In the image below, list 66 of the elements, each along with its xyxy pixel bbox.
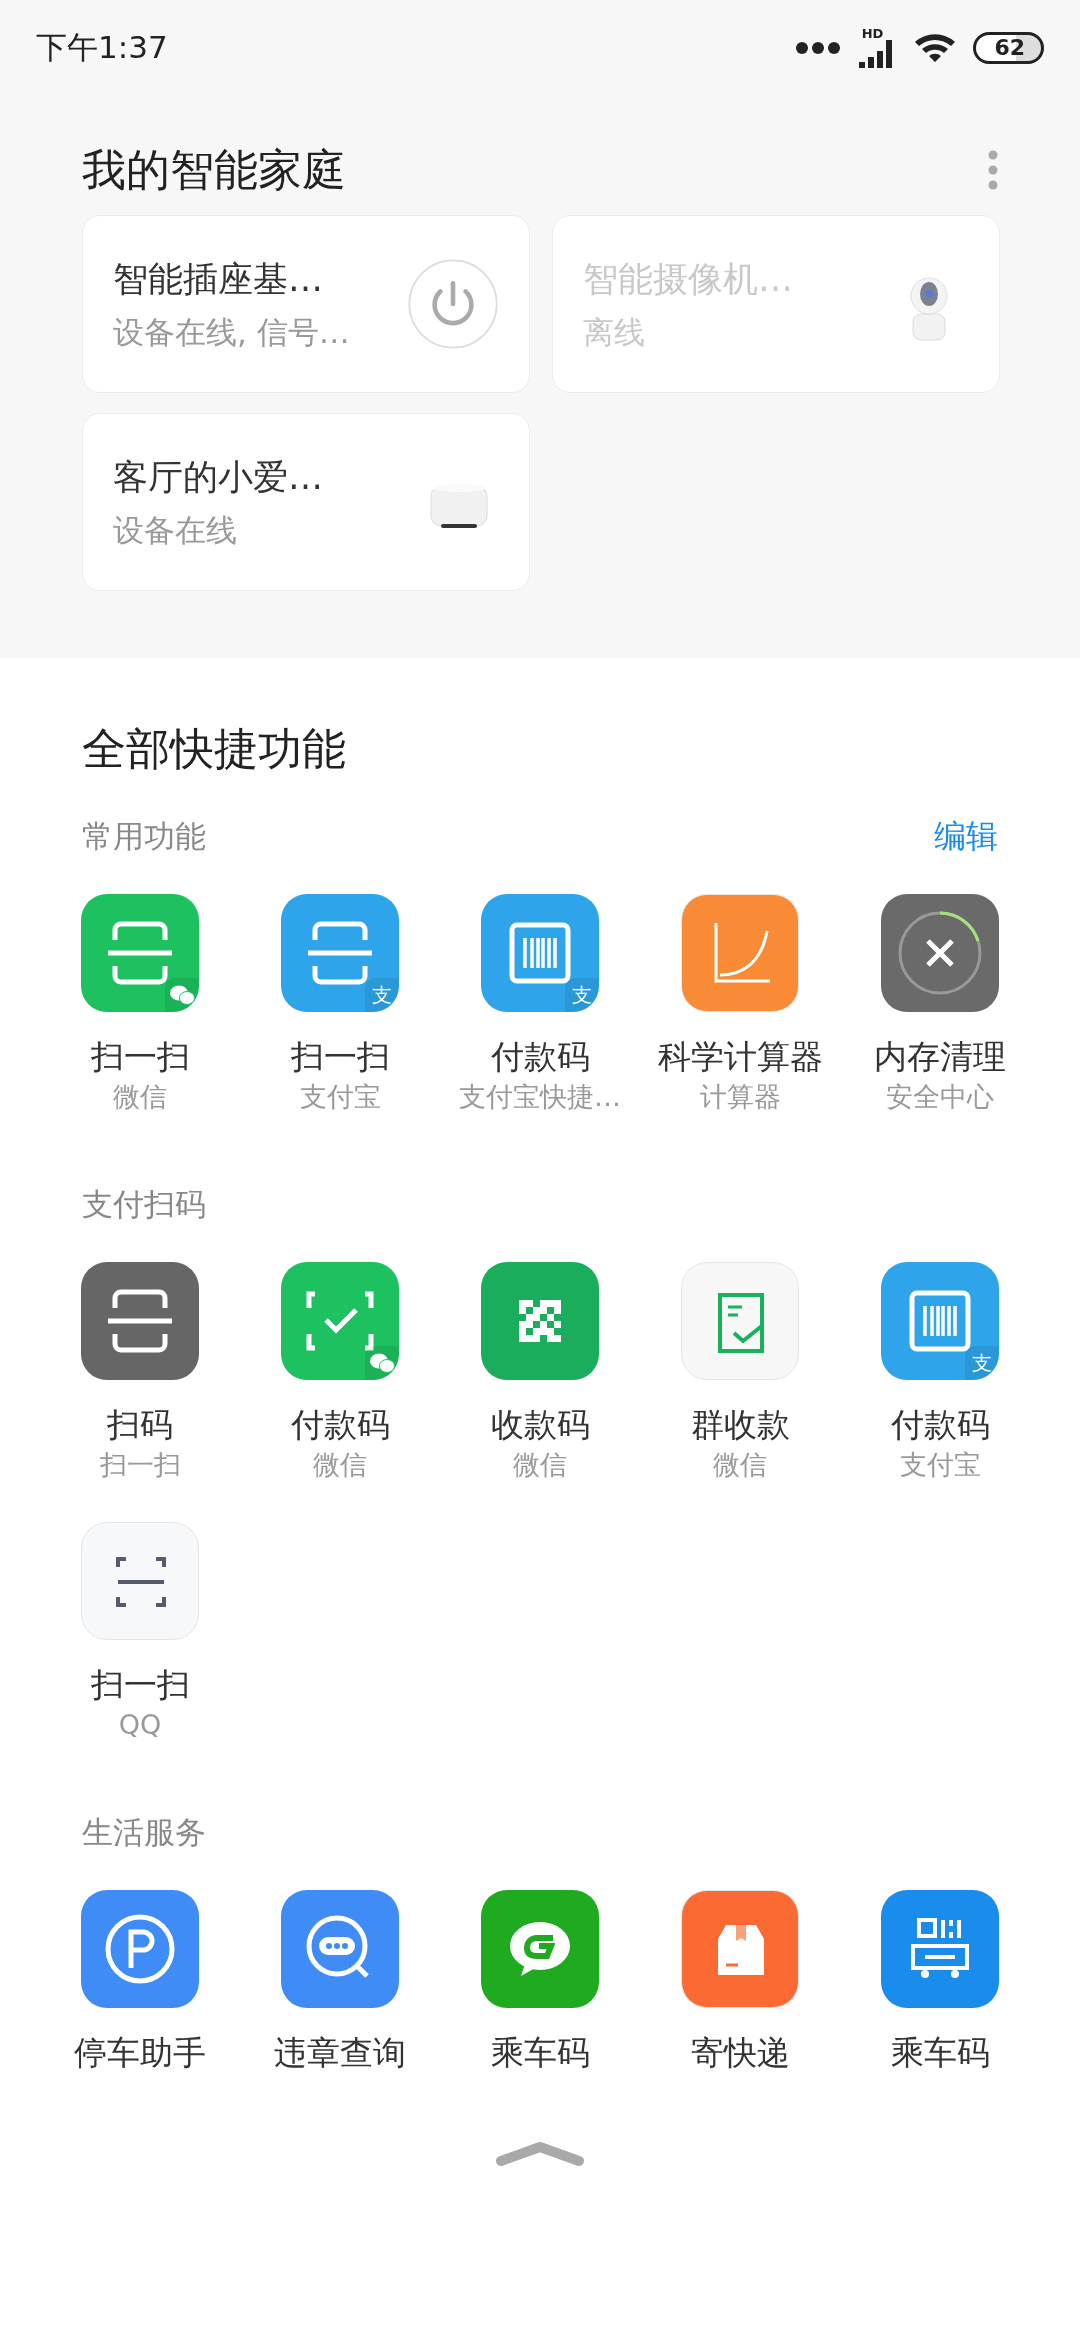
app-tile[interactable] [681,1262,799,1380]
power-icon [407,258,499,350]
shortcut-label: 违章查询 [274,2031,406,2074]
app-tile[interactable] [281,1262,399,1380]
more-dots-icon [795,40,842,55]
shortcut-sublabel: 安全中心 [886,1079,994,1114]
shortcut-label: 付款码 [290,1404,390,1446]
app-tile[interactable] [681,1889,799,2008]
shortcut-label: 收款码 [490,1404,590,1446]
section-heading: 支付扫码 [82,1184,206,1224]
app-tile[interactable] [681,894,799,1012]
device-card[interactable]: 客厅的小爱… 设备在线 [82,413,530,591]
device-status: 设备在线, 信号… [113,313,350,352]
clock-time: 下午1:37 [36,28,168,68]
device-card[interactable]: 智能插座基… 设备在线, 信号… [82,215,530,393]
section-heading: 常用功能 [82,816,206,856]
shortcut-label: 付款码 [490,1036,590,1078]
section-title: 全部快捷功能 [81,722,347,776]
app-tile[interactable] [481,1262,599,1380]
app-tile[interactable] [881,894,999,1012]
shortcut-sublabel: 支付宝快捷… [459,1079,621,1114]
app-tile[interactable] [481,1889,599,2008]
chat-bubbles-icon [369,1352,395,1374]
app-tile[interactable] [81,1521,199,1640]
shortcut-label: 群收款 [690,1404,790,1446]
network-type: HD [861,27,884,40]
chat-bubbles-icon [169,984,195,1006]
app-tile[interactable] [81,1262,199,1380]
shortcut-sublabel: 微信 [513,1447,567,1482]
badge-glyph: 支 [972,1350,992,1377]
shortcut-label: 乘车码 [890,2031,990,2074]
shortcut-label: 扫一扫 [90,1036,190,1078]
shortcut-label: 扫一扫 [290,1036,390,1078]
section-title: 我的智能家庭 [82,143,346,197]
shortcut-sublabel: 扫一扫 [99,1447,181,1482]
shortcut-label: 停车助手 [74,2031,206,2074]
device-status: 设备在线 [113,511,238,550]
app-tile[interactable] [881,1889,999,2008]
shortcut-label: 扫一扫 [90,1663,190,1706]
device-name: 智能插座基… [113,257,324,301]
app-tile[interactable] [281,1889,399,2008]
app-tile[interactable]: 支 [481,894,599,1012]
shortcut-sublabel: 计算器 [699,1079,781,1114]
app-tile[interactable] [81,894,199,1012]
app-tile[interactable]: 支 [881,1262,999,1380]
app-tile[interactable]: 支 [281,894,399,1012]
shortcut-label: 付款码 [890,1404,990,1446]
shortcut-label: 内存清理 [874,1036,1006,1078]
shortcut-label: 乘车码 [490,2031,590,2074]
app-tile[interactable] [81,1889,199,2008]
shortcut-label: 寄快递 [690,2031,790,2074]
battery-indicator: 62 [973,31,1044,64]
device-name: 客厅的小爱… [113,455,323,499]
shortcut-label: 扫码 [107,1404,173,1446]
shortcut-sublabel: 微信 [713,1447,767,1482]
shortcut-sublabel: 支付宝 [899,1447,981,1482]
shortcut-sublabel: 微信 [313,1447,367,1482]
badge-glyph: 支 [372,982,392,1009]
more-icon[interactable] [988,150,998,190]
badge-glyph: 支 [572,982,592,1009]
shortcut-sublabel: QQ [118,1707,162,1742]
section-heading: 生活服务 [82,1812,206,1852]
edit-link[interactable]: 编辑 [934,812,998,860]
shortcut-label: 科学计算器 [657,1036,823,1078]
shortcut-sublabel: 微信 [113,1079,167,1114]
shortcut-sublabel: 支付宝 [299,1079,381,1114]
